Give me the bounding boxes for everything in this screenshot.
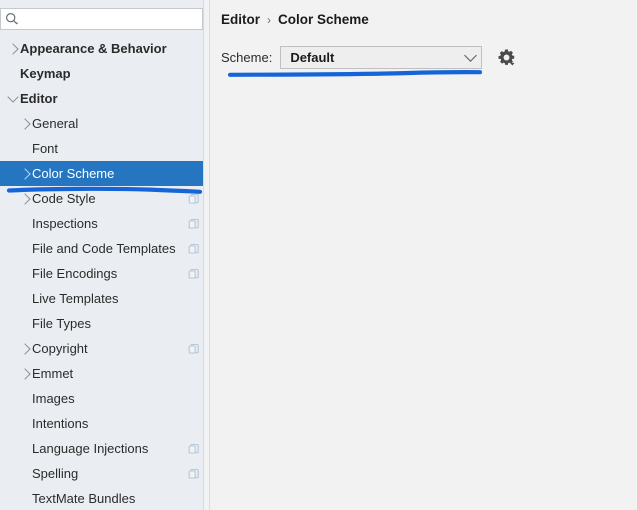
- project-scope-icon: [188, 243, 200, 255]
- sidebar-item-label: File Encodings: [32, 266, 118, 281]
- sidebar-item-file-encodings[interactable]: File Encodings: [0, 261, 208, 286]
- search-box[interactable]: [0, 8, 203, 30]
- sidebar-item-label: Intentions: [32, 416, 89, 431]
- sidebar-item-label: Language Injections: [32, 441, 149, 456]
- project-scope-icon: [188, 218, 200, 230]
- sidebar-item-label: Appearance & Behavior: [20, 41, 167, 56]
- chevron-right-icon[interactable]: [18, 361, 32, 386]
- project-scope-icon: [188, 268, 200, 280]
- sidebar-item-inspections[interactable]: Inspections: [0, 211, 208, 236]
- project-scope-icon: [188, 443, 200, 455]
- settings-content-panel: Editor › Color Scheme Scheme: Default: [210, 0, 637, 510]
- search-input[interactable]: [23, 10, 202, 28]
- sidebar-item-editor[interactable]: Editor: [0, 86, 208, 111]
- search-icon[interactable]: [1, 9, 23, 29]
- sidebar-item-textmate-bundles[interactable]: TextMate Bundles: [0, 486, 208, 510]
- sidebar-item-label: Code Style: [32, 191, 96, 206]
- sidebar-item-intentions[interactable]: Intentions: [0, 411, 208, 436]
- sidebar-item-label: Color Scheme: [32, 166, 115, 181]
- scheme-row: Scheme: Default: [221, 46, 516, 69]
- settings-tree[interactable]: Appearance & Behavior Keymap Editor General…: [0, 36, 208, 510]
- sidebar-item-label: File Types: [32, 316, 92, 331]
- sidebar-item-label: Images: [32, 391, 75, 406]
- chevron-right-icon[interactable]: [18, 186, 32, 211]
- sidebar-item-code-style[interactable]: Code Style: [0, 186, 208, 211]
- gear-icon[interactable]: [496, 48, 516, 68]
- sidebar-item-label: Live Templates: [32, 291, 119, 306]
- sidebar-item-emmet[interactable]: Emmet: [0, 361, 208, 386]
- sidebar-item-spelling[interactable]: Spelling: [0, 461, 208, 486]
- breadcrumb-separator-icon: ›: [267, 12, 271, 27]
- sidebar-item-label: Keymap: [20, 66, 71, 81]
- breadcrumb: Editor › Color Scheme: [221, 12, 369, 27]
- sidebar-item-file-types[interactable]: File Types: [0, 311, 208, 336]
- chevron-right-icon[interactable]: [6, 36, 20, 61]
- sidebar-item-font[interactable]: Font: [0, 136, 208, 161]
- sidebar-item-label: Emmet: [32, 366, 74, 381]
- project-scope-icon: [188, 468, 200, 480]
- chevron-right-icon[interactable]: [18, 111, 32, 136]
- sidebar-item-label: Editor: [20, 91, 58, 106]
- sidebar-item-label: Spelling: [32, 466, 79, 481]
- chevron-down-icon[interactable]: [6, 86, 20, 111]
- sidebar-scrollbar[interactable]: [204, 0, 208, 510]
- sidebar-item-appearance-and-behavior[interactable]: Appearance & Behavior: [0, 36, 208, 61]
- sidebar-item-color-scheme[interactable]: Color Scheme: [0, 161, 208, 186]
- scheme-dropdown-value: Default: [290, 50, 335, 65]
- project-scope-icon: [188, 193, 200, 205]
- sidebar-item-images[interactable]: Images: [0, 386, 208, 411]
- sidebar-item-label: TextMate Bundles: [32, 491, 136, 506]
- chevron-right-icon[interactable]: [18, 336, 32, 361]
- sidebar-item-file-and-code-templates[interactable]: File and Code Templates: [0, 236, 208, 261]
- sidebar-item-label: Font: [32, 141, 59, 156]
- sidebar-item-live-templates[interactable]: Live Templates: [0, 286, 208, 311]
- sidebar-item-label: General: [32, 116, 79, 131]
- chevron-down-icon[interactable]: [459, 47, 481, 68]
- breadcrumb-current: Color Scheme: [278, 12, 369, 27]
- project-scope-icon: [188, 343, 200, 355]
- scheme-label: Scheme:: [221, 50, 273, 65]
- scheme-dropdown[interactable]: Default: [280, 46, 483, 69]
- sidebar-item-label: Copyright: [32, 341, 88, 356]
- sidebar-item-language-injections[interactable]: Language Injections: [0, 436, 208, 461]
- sidebar-item-copyright[interactable]: Copyright: [0, 336, 208, 361]
- breadcrumb-root[interactable]: Editor: [221, 12, 260, 27]
- sidebar-item-label: File and Code Templates: [32, 241, 176, 256]
- sidebar-item-keymap[interactable]: Keymap: [0, 61, 208, 86]
- sidebar-item-general[interactable]: General: [0, 111, 208, 136]
- settings-sidebar: Appearance & Behavior Keymap Editor General…: [0, 0, 208, 510]
- settings-dialog: Appearance & Behavior Keymap Editor General…: [0, 0, 637, 510]
- chevron-right-icon[interactable]: [18, 161, 32, 186]
- sidebar-item-label: Inspections: [32, 216, 98, 231]
